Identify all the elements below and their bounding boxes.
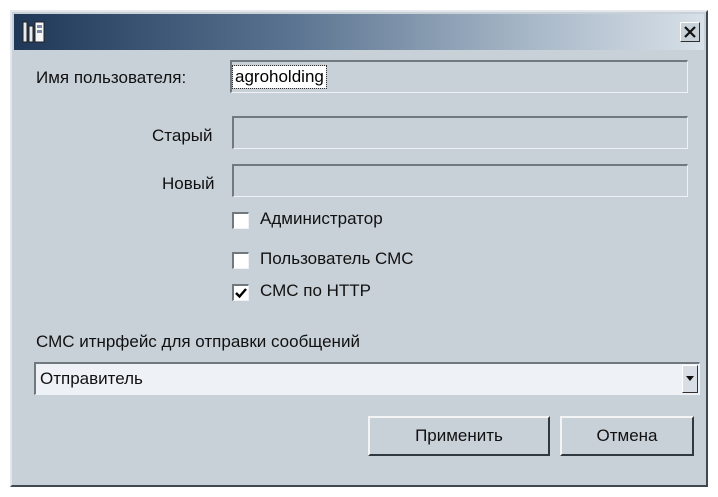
administrator-checkbox[interactable]: [232, 212, 249, 229]
new-password-label: Новый: [162, 174, 215, 193]
username-value: agroholding: [232, 65, 327, 89]
title-bar[interactable]: [14, 14, 704, 50]
close-icon: [684, 26, 696, 38]
sms-interface-dropdown-button[interactable]: [682, 365, 698, 393]
close-button[interactable]: [680, 22, 700, 42]
new-password-field[interactable]: [232, 164, 688, 197]
username-label: Имя пользователя:: [36, 68, 187, 87]
settings-dialog: Имя пользователя: agroholding Старый Нов…: [10, 10, 708, 487]
username-field[interactable]: agroholding: [230, 60, 688, 93]
sms-user-label: Пользователь СМС: [260, 249, 414, 268]
old-password-label: Старый: [152, 126, 213, 145]
cancel-button[interactable]: Отмена: [560, 416, 694, 456]
checkmark-icon: [235, 288, 247, 299]
sms-interface-value: Отправитель: [40, 369, 143, 388]
sms-http-label: СМС по HTTP: [260, 281, 372, 300]
sms-http-checkbox[interactable]: [232, 284, 249, 301]
administrator-label: Администратор: [260, 209, 383, 228]
new-password-input[interactable]: [234, 166, 687, 196]
chevron-down-icon: [686, 376, 694, 381]
sms-interface-select[interactable]: Отправитель: [34, 362, 700, 395]
app-window-icon: [22, 21, 45, 43]
sms-interface-label: СМС итнрфейс для отправки сообщений: [36, 332, 360, 351]
old-password-field[interactable]: [232, 116, 688, 149]
old-password-input[interactable]: [234, 118, 687, 148]
apply-button[interactable]: Применить: [368, 416, 550, 456]
sms-user-checkbox[interactable]: [232, 252, 249, 269]
